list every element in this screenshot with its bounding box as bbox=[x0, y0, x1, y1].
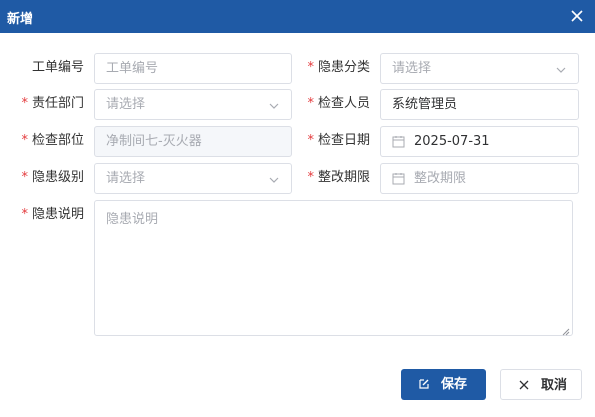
inspection-location-label: * 检查部位 bbox=[21, 133, 84, 148]
hazard-category-placeholder: 请选择 bbox=[392, 61, 432, 76]
hazard-category-label: * 隐患分类 bbox=[307, 60, 370, 75]
inspection-date-picker[interactable]: 2025-07-31 bbox=[380, 126, 579, 157]
hazard-description-textarea[interactable]: 隐患说明 bbox=[94, 200, 573, 336]
inspector-label: * 检查人员 bbox=[307, 96, 370, 111]
close-icon bbox=[518, 379, 530, 391]
responsible-dept-placeholder: 请选择 bbox=[106, 97, 146, 112]
dialog-header: 新增 bbox=[0, 0, 595, 33]
inspection-date-value: 2025-07-31 bbox=[414, 134, 490, 149]
required-mark: * bbox=[21, 170, 28, 185]
hazard-level-select[interactable]: 请选择 bbox=[94, 163, 292, 194]
calendar-icon bbox=[392, 172, 405, 185]
work-order-no-label: 工单编号 bbox=[31, 60, 84, 75]
required-mark: * bbox=[307, 170, 314, 185]
inspector-value: 系统管理员 bbox=[392, 97, 458, 112]
cancel-label: 取消 bbox=[541, 378, 568, 393]
dialog-title: 新增 bbox=[7, 12, 34, 27]
required-mark: * bbox=[307, 96, 314, 111]
chevron-down-icon bbox=[269, 174, 279, 184]
inspection-location-input: 净制间七-灭火器 bbox=[94, 126, 292, 157]
inspector-input[interactable]: 系统管理员 bbox=[380, 89, 579, 120]
rectify-deadline-picker[interactable]: 整改期限 bbox=[380, 163, 579, 194]
required-mark: * bbox=[21, 133, 28, 148]
resize-handle-icon[interactable] bbox=[562, 325, 570, 336]
chevron-down-icon bbox=[269, 100, 279, 110]
chevron-down-icon bbox=[556, 64, 566, 74]
edit-icon bbox=[418, 378, 430, 390]
hazard-description-label: * 隐患说明 bbox=[21, 207, 84, 222]
inspection-date-label: * 检查日期 bbox=[307, 133, 370, 148]
responsible-dept-select[interactable]: 请选择 bbox=[94, 89, 292, 120]
required-mark: * bbox=[21, 96, 28, 111]
required-mark: * bbox=[307, 133, 314, 148]
calendar-icon bbox=[392, 135, 405, 148]
responsible-dept-label: * 责任部门 bbox=[21, 96, 84, 111]
close-icon[interactable] bbox=[567, 6, 587, 26]
work-order-no-input[interactable]: 工单编号 bbox=[94, 53, 292, 84]
rectify-deadline-placeholder: 整改期限 bbox=[414, 171, 467, 186]
save-label: 保存 bbox=[441, 377, 468, 392]
hazard-category-select[interactable]: 请选择 bbox=[380, 53, 579, 84]
rectify-deadline-label: * 整改期限 bbox=[307, 170, 370, 185]
work-order-no-placeholder: 工单编号 bbox=[106, 61, 159, 76]
hazard-level-placeholder: 请选择 bbox=[106, 171, 146, 186]
required-mark: * bbox=[21, 207, 28, 222]
add-dialog: 新增 工单编号 工单编号 * 隐患分类 请选择 * 责任部门 请选择 * 检查人员 系… bbox=[0, 0, 595, 417]
hazard-description-placeholder: 隐患说明 bbox=[106, 212, 159, 227]
inspection-location-value: 净制间七-灭火器 bbox=[106, 134, 202, 149]
required-mark: * bbox=[307, 60, 314, 75]
hazard-level-label: * 隐患级别 bbox=[21, 170, 84, 185]
save-button[interactable]: 保存 bbox=[401, 369, 486, 400]
cancel-button[interactable]: 取消 bbox=[500, 369, 582, 400]
